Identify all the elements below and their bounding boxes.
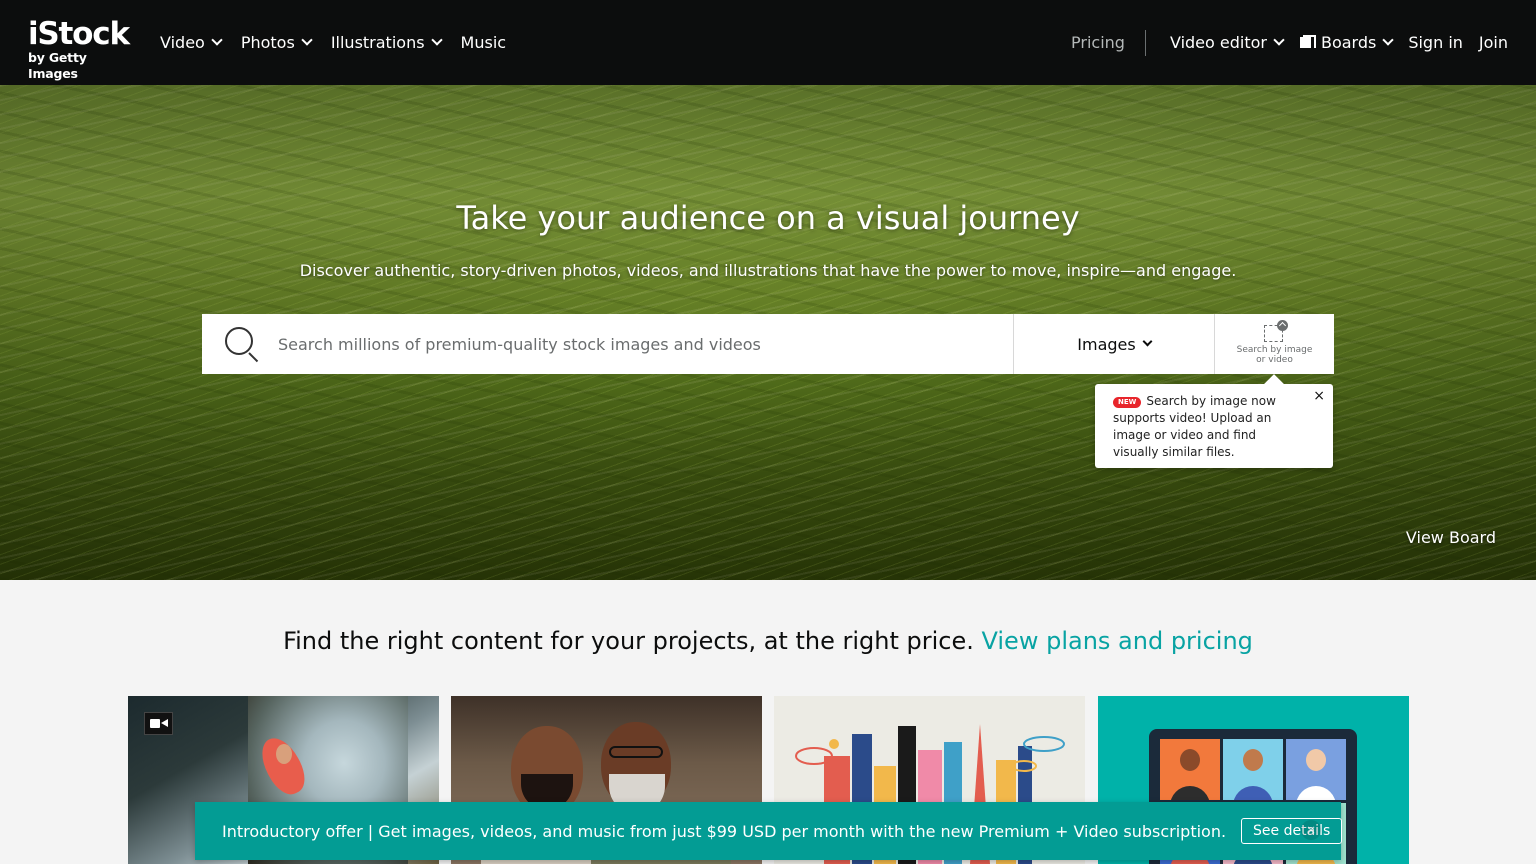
introductory-offer-banner: Introductory offer | Get images, videos,…: [195, 802, 1343, 860]
pricing-promo: Find the right content for your projects…: [0, 627, 1536, 655]
secondary-nav: Pricing Video editor Boards Sign in Join: [1071, 0, 1508, 85]
video-editor-label: Video editor: [1169, 33, 1267, 52]
chevron-down-icon: [1382, 34, 1394, 46]
view-plans-link[interactable]: View plans and pricing: [982, 627, 1253, 655]
chevron-down-icon: [1142, 336, 1153, 347]
media-type-dropdown[interactable]: Images: [1013, 314, 1214, 374]
hero-title: Take your audience on a visual journey: [456, 199, 1080, 237]
logo-subtitle: by Getty Images: [28, 50, 87, 81]
nav-illustrations-label: Illustrations: [330, 33, 425, 52]
primary-nav: Video Photos Illustrations Music: [160, 0, 526, 85]
chevron-down-icon: [301, 34, 313, 46]
nav-illustrations-menu[interactable]: Illustrations: [330, 33, 443, 52]
search-bar: Images Search by image or video: [202, 314, 1334, 374]
nav-music-link[interactable]: Music: [461, 33, 507, 52]
see-details-button[interactable]: See details: [1241, 818, 1343, 844]
istock-logo[interactable]: iStock by Getty Images: [28, 16, 140, 81]
nav-video-label: Video: [160, 33, 205, 52]
close-icon[interactable]: ×: [1301, 820, 1321, 840]
view-board-link[interactable]: View Board: [1406, 528, 1496, 547]
sign-in-link[interactable]: Sign in: [1408, 33, 1463, 52]
search-by-image-label: Search by image or video: [1236, 345, 1313, 365]
pricing-promo-text: Find the right content for your projects…: [283, 627, 974, 655]
chevron-down-icon: [1273, 34, 1285, 46]
chevron-down-icon: [430, 34, 443, 46]
search-input[interactable]: [278, 314, 1013, 374]
nav-music-label: Music: [460, 33, 507, 52]
chevron-down-icon: [211, 34, 223, 46]
media-type-label: Images: [1077, 334, 1136, 354]
top-navigation-bar: iStock by Getty Images Video Photos Illu…: [0, 0, 1536, 85]
logo-wordmark: iStock: [28, 16, 130, 52]
boards-icon: [1299, 35, 1316, 50]
new-badge: NEW: [1113, 397, 1142, 408]
close-icon[interactable]: ×: [1313, 388, 1325, 405]
search-icon[interactable]: [202, 314, 278, 374]
boards-menu[interactable]: Boards: [1299, 33, 1394, 52]
hero-subtitle: Discover authentic, story-driven photos,…: [299, 261, 1237, 280]
video-camera-icon: [144, 712, 173, 735]
join-link[interactable]: Join: [1479, 33, 1508, 52]
video-editor-menu[interactable]: Video editor: [1169, 33, 1285, 52]
search-by-image-button[interactable]: Search by image or video: [1214, 314, 1334, 374]
nav-photos-menu[interactable]: Photos: [240, 33, 313, 52]
pricing-link[interactable]: Pricing: [1071, 29, 1146, 56]
nav-video-menu[interactable]: Video: [160, 33, 223, 52]
search-by-image-tooltip: NEW Search by image now supports video! U…: [1095, 384, 1333, 468]
offer-text: Introductory offer | Get images, videos,…: [222, 821, 1227, 841]
hero-banner: Take your audience on a visual journey D…: [0, 85, 1536, 580]
image-upload-icon: [1261, 320, 1289, 344]
boards-label: Boards: [1320, 33, 1377, 52]
nav-photos-label: Photos: [240, 33, 295, 52]
